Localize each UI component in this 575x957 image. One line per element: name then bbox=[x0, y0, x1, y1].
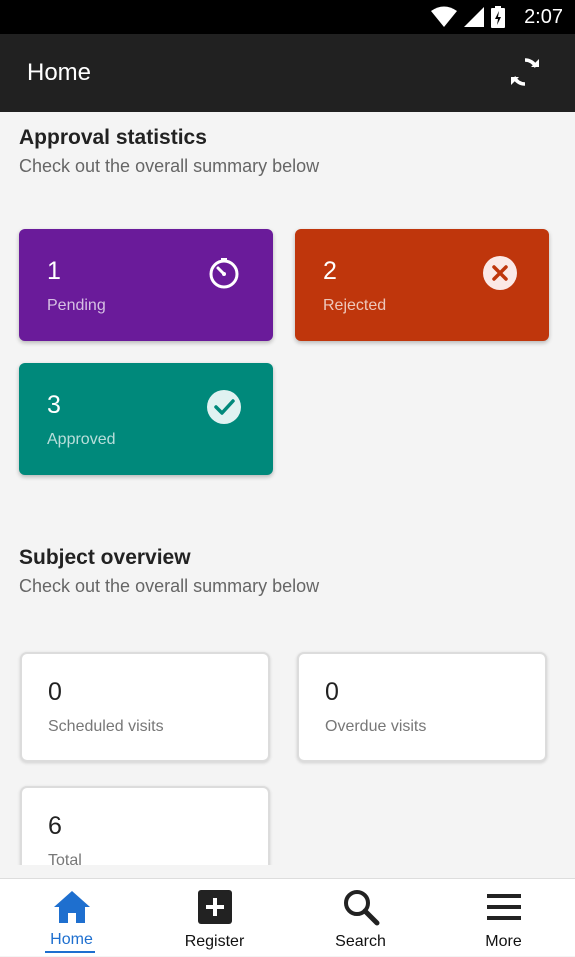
page-title: Home bbox=[27, 59, 92, 86]
nav-label-home: Home bbox=[50, 931, 93, 948]
approved-count: 3 bbox=[47, 391, 61, 419]
nav-item-home[interactable]: Home bbox=[0, 879, 143, 957]
pending-card[interactable]: 1 Pending bbox=[19, 229, 273, 341]
check-circle-icon bbox=[207, 390, 241, 424]
battery-icon bbox=[491, 6, 505, 28]
cancel-icon bbox=[483, 256, 517, 290]
overdue-visits-count: 0 bbox=[325, 678, 339, 706]
rejected-label: Rejected bbox=[323, 297, 387, 314]
active-tab-indicator bbox=[45, 951, 95, 953]
scheduled-visits-card[interactable]: 0 Scheduled visits bbox=[20, 652, 270, 762]
total-count: 6 bbox=[48, 812, 62, 840]
bottom-navigation: Home Register Search More bbox=[0, 878, 575, 956]
nav-item-more[interactable]: More bbox=[432, 879, 575, 957]
status-icons bbox=[431, 6, 505, 28]
add-box-icon bbox=[197, 890, 232, 924]
menu-icon bbox=[486, 894, 521, 920]
timer-icon bbox=[209, 258, 239, 289]
pending-label: Pending bbox=[47, 297, 106, 314]
nav-label-more: More bbox=[485, 933, 522, 950]
app-bar: Home bbox=[0, 34, 575, 112]
subject-section-title: Subject overview bbox=[19, 546, 191, 569]
nav-label-search: Search bbox=[335, 933, 386, 950]
nav-item-register[interactable]: Register bbox=[143, 879, 286, 957]
approved-card[interactable]: 3 Approved bbox=[19, 363, 273, 475]
rejected-count: 2 bbox=[323, 257, 337, 285]
wifi-icon bbox=[431, 6, 457, 27]
home-icon bbox=[53, 891, 90, 923]
total-label: Total bbox=[48, 852, 82, 865]
nav-label-register: Register bbox=[184, 933, 245, 950]
status-bar: 2:07 bbox=[0, 0, 575, 34]
subject-section-subtitle: Check out the overall summary below bbox=[19, 576, 320, 596]
nav-item-search[interactable]: Search bbox=[289, 879, 432, 957]
total-card[interactable]: 6 Total bbox=[20, 786, 270, 865]
search-icon bbox=[343, 890, 379, 926]
cell-signal-icon bbox=[464, 7, 484, 27]
rejected-card[interactable]: 2 Rejected bbox=[295, 229, 549, 341]
approval-section-subtitle: Check out the overall summary below bbox=[19, 156, 320, 176]
scheduled-visits-count: 0 bbox=[48, 678, 62, 706]
refresh-icon[interactable] bbox=[507, 54, 543, 90]
pending-count: 1 bbox=[47, 257, 61, 285]
approval-section-title: Approval statistics bbox=[19, 126, 207, 149]
approved-label: Approved bbox=[47, 431, 116, 448]
overdue-visits-label: Overdue visits bbox=[325, 718, 427, 735]
home-content[interactable]: Approval statistics Check out the overal… bbox=[0, 112, 575, 865]
overdue-visits-card[interactable]: 0 Overdue visits bbox=[297, 652, 547, 762]
scheduled-visits-label: Scheduled visits bbox=[48, 718, 164, 735]
status-time: 2:07 bbox=[524, 6, 563, 28]
